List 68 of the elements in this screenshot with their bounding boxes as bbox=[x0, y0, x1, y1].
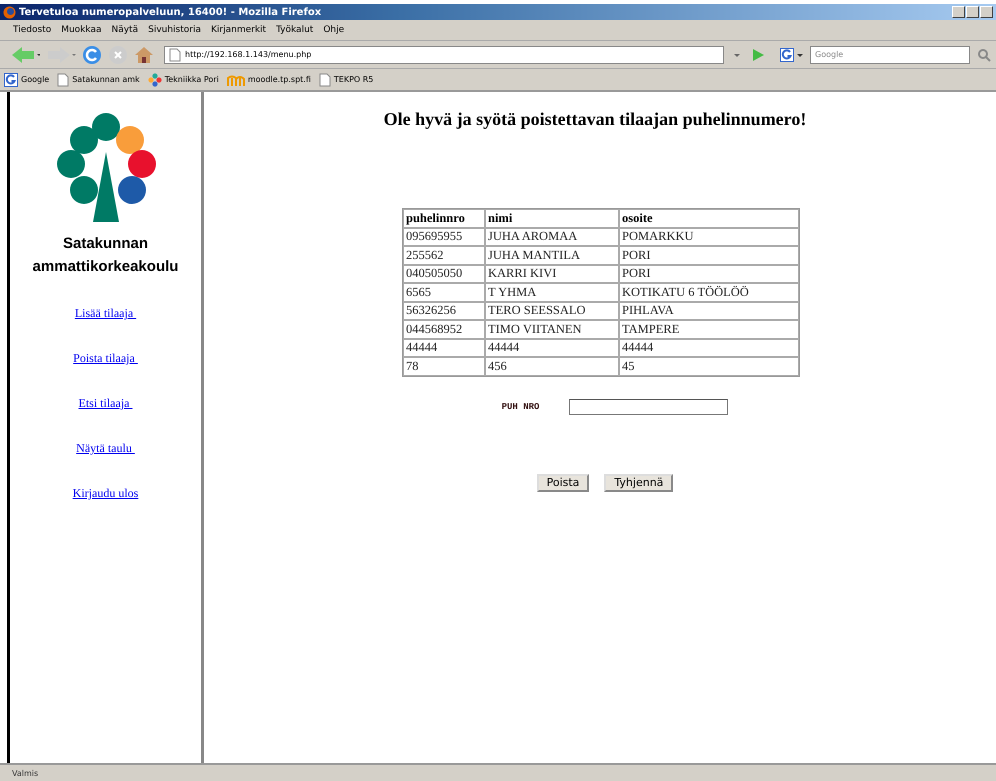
search-field[interactable]: Google bbox=[810, 46, 970, 64]
bookmark-link[interactable]: Google bbox=[21, 75, 50, 84]
bookmark-link[interactable]: Tekniikka Pori bbox=[164, 75, 219, 84]
google-icon bbox=[4, 72, 18, 86]
menu-item[interactable]: Ohje bbox=[318, 25, 350, 35]
bookmark-link[interactable]: moodle.tp.spt.fi bbox=[248, 75, 311, 84]
bookmark-link[interactable]: TEKPO R5 bbox=[334, 75, 374, 84]
nav-link[interactable]: Poista tilaaja bbox=[73, 351, 138, 366]
page-heading: Ole hyvä ja syötä poistettavan tilaajan puhelinnumero! bbox=[384, 109, 806, 130]
page-icon bbox=[57, 72, 70, 86]
table-cell: 44444 bbox=[619, 338, 799, 357]
table-cell: 095695955 bbox=[403, 228, 485, 246]
window-title: Tervetuloa numeropalveluun, 16400! - Mozilla Firefox bbox=[19, 6, 322, 18]
page-icon bbox=[318, 72, 331, 86]
table-cell: 56326256 bbox=[403, 302, 485, 320]
nav-link[interactable]: Näytä taulu bbox=[76, 441, 135, 456]
table-cell: JUHA MANTILA bbox=[485, 246, 619, 264]
table-cell: TERO SEESSALO bbox=[485, 302, 619, 320]
nav-link[interactable]: Kirjaudu ulos bbox=[72, 486, 138, 501]
table-cell: PORI bbox=[619, 246, 799, 264]
table-cell: KARRI KIVI bbox=[485, 264, 619, 283]
menu-item[interactable]: Työkalut bbox=[271, 25, 318, 35]
table-cell: 44444 bbox=[403, 338, 485, 357]
menu-item[interactable]: Näytä bbox=[106, 25, 144, 35]
table-cell: PIHLAVA bbox=[619, 302, 799, 320]
home-icon[interactable] bbox=[134, 44, 154, 64]
table-cell: TAMPERE bbox=[619, 320, 799, 338]
nav-link[interactable]: Lisää tilaaja bbox=[74, 306, 136, 321]
table-cell: T YHMA bbox=[485, 283, 619, 302]
menu-item[interactable]: Kirjanmerkit bbox=[206, 25, 272, 35]
moodle-icon bbox=[226, 72, 245, 86]
table-cell: 44444 bbox=[485, 338, 619, 357]
table-cell: KOTIKATU 6 TÖÖLÖÖ bbox=[619, 283, 799, 302]
table-cell: PORI bbox=[619, 264, 799, 283]
column-header: puhelinnro bbox=[403, 209, 485, 228]
column-header: osoite bbox=[619, 209, 799, 228]
address-bar[interactable]: http://192.168.1.143/menu.php bbox=[164, 46, 724, 64]
menu-item[interactable]: Muokkaa bbox=[56, 25, 106, 35]
input-field[interactable] bbox=[569, 398, 728, 414]
menu-item[interactable]: Sivuhistoria bbox=[143, 25, 206, 35]
table-cell: 044568952 bbox=[403, 320, 485, 338]
maximize-button[interactable] bbox=[966, 6, 979, 18]
clear-button[interactable]: Tyhjennä bbox=[604, 474, 674, 492]
reload-icon[interactable] bbox=[82, 44, 102, 64]
logo-text: ammattikorkeakoulu bbox=[32, 257, 178, 277]
bookmark-link[interactable]: Satakunnan amk bbox=[72, 75, 140, 84]
table-cell: 255562 bbox=[403, 246, 485, 264]
logo-text: Satakunnan bbox=[62, 234, 148, 254]
nav-link[interactable]: Etsi tilaaja bbox=[78, 396, 132, 411]
firefox-icon bbox=[3, 6, 16, 18]
delete-button[interactable]: Poista bbox=[536, 474, 590, 492]
table-cell: POMARKKU bbox=[619, 228, 799, 246]
table-cell: TIMO VIITANEN bbox=[485, 320, 619, 338]
table-cell: JUHA AROMAA bbox=[485, 228, 619, 246]
table-cell: 456 bbox=[485, 357, 619, 376]
table-cell: 45 bbox=[619, 357, 799, 376]
table-cell: 040505050 bbox=[403, 264, 485, 283]
minimize-button[interactable] bbox=[952, 6, 965, 18]
close-button[interactable] bbox=[980, 6, 993, 18]
table-cell: 6565 bbox=[403, 283, 485, 302]
google-icon bbox=[780, 48, 794, 62]
field-label: PUH NRO bbox=[502, 402, 540, 412]
menu-item[interactable]: Tiedosto bbox=[8, 25, 56, 35]
column-header: nimi bbox=[485, 209, 619, 228]
table-cell: 78 bbox=[403, 357, 485, 376]
page-icon bbox=[169, 48, 181, 62]
status-text: Valmis bbox=[12, 768, 38, 778]
flower-icon bbox=[148, 72, 162, 86]
